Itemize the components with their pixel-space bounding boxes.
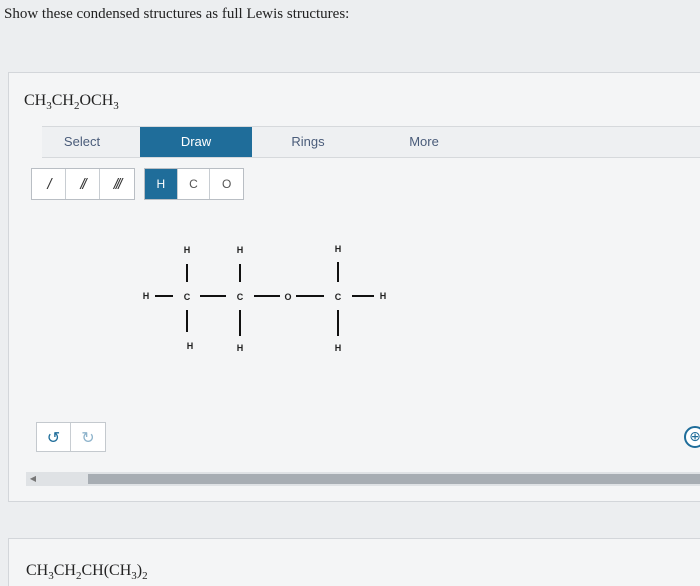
atom-h4[interactable]: H bbox=[237, 245, 244, 255]
atom-o1[interactable]: O bbox=[284, 292, 291, 302]
atom-h7[interactable]: H bbox=[335, 343, 342, 353]
atom-c3[interactable]: C bbox=[335, 292, 342, 302]
redo-icon[interactable]: ↻ bbox=[71, 423, 105, 451]
atom-c2[interactable]: C bbox=[237, 292, 244, 302]
undo-redo-group: ↺ ↻ bbox=[36, 422, 106, 452]
condensed-formula-2: CH3CH2CH(CH3)2 bbox=[26, 562, 148, 583]
atom-c1[interactable]: C bbox=[184, 292, 191, 302]
atom-h6[interactable]: H bbox=[335, 244, 342, 254]
zoom-in-icon[interactable]: ⊕ bbox=[684, 426, 700, 448]
atom-h1[interactable]: H bbox=[143, 291, 150, 301]
undo-icon[interactable]: ↺ bbox=[37, 423, 72, 451]
atom-h8[interactable]: H bbox=[380, 291, 387, 301]
scroll-left-arrow-icon[interactable]: ◀ bbox=[26, 472, 40, 486]
molecule-canvas[interactable]: H C H H C H H O C H H H bbox=[0, 0, 700, 586]
atom-h2[interactable]: H bbox=[184, 245, 191, 255]
atom-h3[interactable]: H bbox=[187, 341, 194, 351]
scrollbar-thumb[interactable] bbox=[88, 474, 700, 484]
atom-h5[interactable]: H bbox=[237, 343, 244, 353]
